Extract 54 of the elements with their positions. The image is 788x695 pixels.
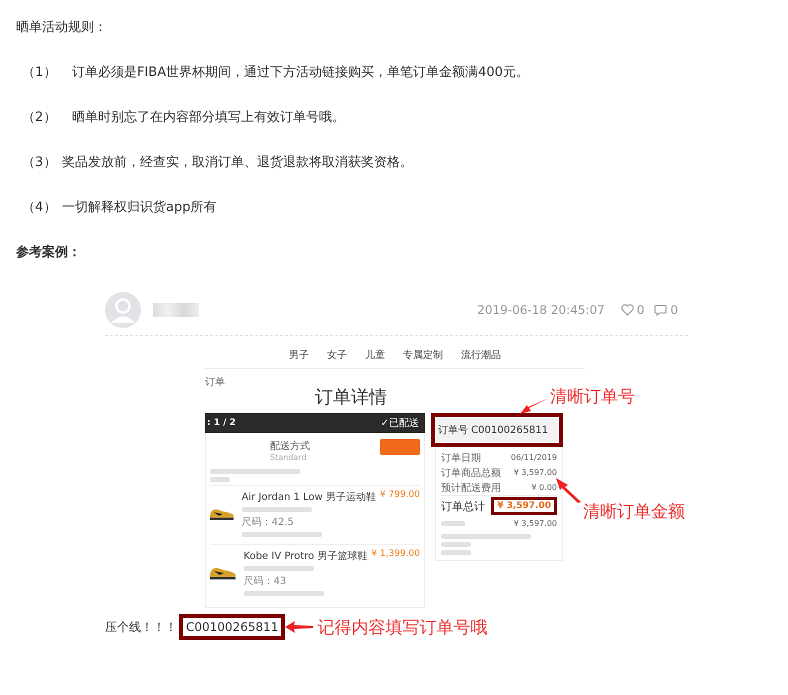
shipment-status: ✓已配送	[380, 417, 419, 430]
summary-label: 订单商品总额	[441, 466, 501, 480]
delivery-label: 配送方式	[270, 440, 310, 453]
product-name: Kobe IV Protro 男子篮球鞋	[244, 550, 368, 563]
blurred-text	[242, 507, 312, 512]
blurred-text	[210, 477, 230, 482]
product-name: Air Jordan 1 Low 男子运动鞋	[242, 490, 376, 504]
nav-link[interactable]: 专属定制	[403, 348, 443, 362]
breadcrumb[interactable]: 订单	[205, 375, 225, 389]
paid-value: ¥ 3,597.00	[514, 519, 557, 528]
blurred-username	[153, 303, 199, 317]
rule-text: 晒单时别忘了在内容部分填写上有效订单号哦。	[71, 109, 345, 127]
nav-link[interactable]: 男子	[289, 348, 309, 362]
summary-value: ¥ 0.00	[532, 483, 557, 492]
order-number: C00100265811	[179, 614, 286, 640]
rule-number: （3）	[21, 154, 58, 172]
nav-link[interactable]: 儿童	[365, 348, 385, 362]
rule-number: （2）	[21, 109, 58, 127]
product-size: 尺码：42.5	[242, 516, 295, 529]
annotation-text: 清晰订单金额	[583, 501, 685, 523]
nav-link[interactable]: 女子	[327, 348, 347, 362]
order-number: 订单号 C00100265811	[431, 413, 563, 447]
rules-title: 晒单活动规则：	[16, 19, 108, 37]
rule-text: 一切解释权归识货app所有	[62, 199, 216, 217]
arrow-icon	[555, 477, 581, 503]
rule-text: 订单必须是FIBA世界杯期间，通过下方活动链接购买，单笔订单金额满400元。	[71, 64, 529, 82]
product-price: ¥ 1,399.00	[371, 549, 420, 559]
footer-label: 压个线！！！	[105, 618, 177, 636]
rule-number: （1）	[21, 64, 58, 82]
avatar-icon	[105, 292, 141, 328]
annotation-text: 清晰订单号	[550, 386, 635, 408]
total-label: 订单总计	[441, 498, 485, 514]
product-size: 尺码：43	[244, 575, 288, 588]
delivery-value: Standard	[270, 453, 308, 462]
post-timestamp: 2019-06-18 20:45:07	[477, 303, 605, 317]
arrow-icon	[285, 621, 314, 633]
blurred-text	[244, 566, 314, 571]
rule-number: （4）	[21, 199, 58, 217]
rule-text: 奖品发放前，经查实，取消订单、退货退款将取消获奖资格。	[62, 154, 413, 172]
annotation-text: 记得内容填写订单号哦	[317, 616, 488, 638]
example-title: 参考案例：	[16, 244, 82, 262]
summary-value: ¥ 3,597.00	[514, 468, 557, 477]
order-title: 订单详情	[315, 386, 387, 409]
summary-value: 06/11/2019	[510, 453, 557, 462]
action-button[interactable]	[380, 439, 420, 455]
blurred-text	[441, 550, 471, 555]
shipment-count: : 1 / 2	[207, 418, 236, 428]
summary-label: 订单日期	[441, 452, 481, 464]
summary-label: 预计配送费用	[441, 482, 501, 494]
product-price: ¥ 799.00	[380, 490, 420, 500]
blurred-text	[441, 542, 471, 547]
blurred-text	[441, 521, 465, 526]
nav-link[interactable]: 流行潮品	[461, 348, 501, 362]
total-value: ¥ 3,597.00	[491, 497, 557, 515]
